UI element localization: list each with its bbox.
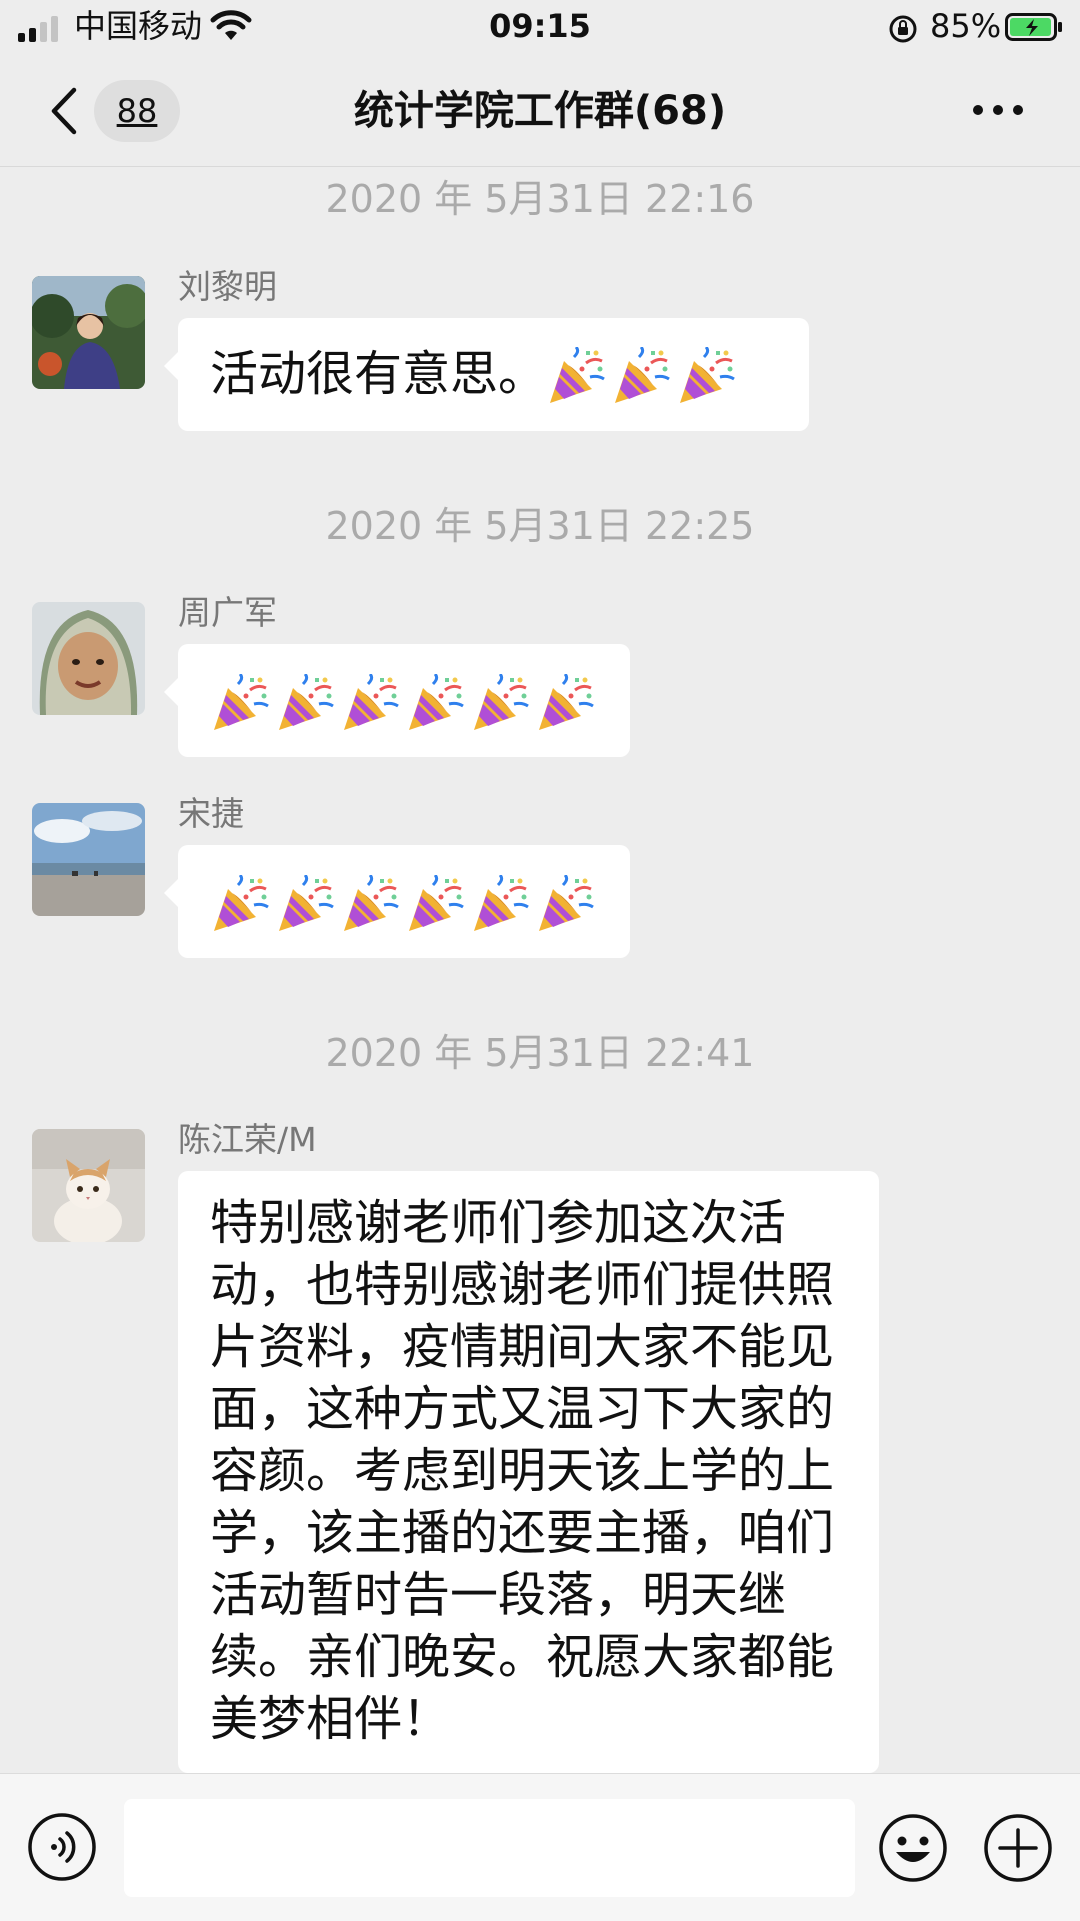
- sender-name: 宋捷: [178, 794, 244, 833]
- rotation-lock-icon: [889, 15, 917, 43]
- party-popper-icon: [210, 672, 270, 734]
- bubble-tail: [164, 352, 178, 380]
- party-popper-icon: [405, 873, 465, 935]
- battery-percentage: 85%: [930, 7, 1002, 45]
- message-text: 活动很有意思。: [210, 346, 547, 402]
- emoji-row: [546, 345, 741, 403]
- chat-title: 统计学院工作群(68): [353, 88, 727, 134]
- smiley-icon[interactable]: [877, 1812, 949, 1884]
- message-timestamp: 2020 年 5月31日 22:16: [325, 177, 755, 221]
- sender-name: 周广军: [178, 593, 277, 632]
- emoji-row: [210, 873, 600, 931]
- bubble-tail: [164, 678, 178, 706]
- status-bar: 中国移动 09:15 85%: [0, 0, 1080, 56]
- battery-icon: [1005, 13, 1062, 41]
- input-bar: [0, 1773, 1080, 1921]
- message-bubble[interactable]: [164, 644, 630, 757]
- more-dots-icon[interactable]: [970, 100, 1026, 120]
- message-bubble[interactable]: 特别感谢老师们参加这次活动，也特别感谢老师们提供照片资料，疫情期间大家不能见面，…: [178, 1171, 879, 1773]
- party-popper-icon: [611, 345, 671, 407]
- sender-name: 陈江荣/M: [178, 1120, 317, 1159]
- party-popper-icon: [470, 873, 530, 935]
- message-timestamp: 2020 年 5月31日 22:25: [325, 504, 755, 548]
- bubble-tail: [164, 879, 178, 907]
- message-timestamp: 2020 年 5月31日 22:41: [325, 1031, 755, 1075]
- avatar[interactable]: [32, 602, 145, 715]
- sender-name: 刘黎明: [178, 267, 277, 306]
- party-popper-icon: [676, 345, 736, 407]
- party-popper-icon: [275, 873, 335, 935]
- party-popper-icon: [275, 672, 335, 734]
- party-popper-icon: [546, 345, 606, 407]
- message-bubble[interactable]: [164, 845, 630, 958]
- party-popper-icon: [405, 672, 465, 734]
- party-popper-icon: [470, 672, 530, 734]
- chat-header: 88 统计学院工作群(68): [0, 56, 1080, 167]
- message-bubble[interactable]: 活动很有意思。: [164, 318, 809, 431]
- avatar[interactable]: [32, 1129, 145, 1242]
- emoji-row: [210, 672, 600, 730]
- voice-icon[interactable]: [27, 1812, 97, 1882]
- avatar[interactable]: [32, 276, 145, 389]
- party-popper-icon: [340, 873, 400, 935]
- plus-circle-icon[interactable]: [982, 1812, 1054, 1884]
- avatar[interactable]: [32, 803, 145, 916]
- message-input[interactable]: [124, 1799, 855, 1897]
- party-popper-icon: [535, 873, 595, 935]
- party-popper-icon: [535, 672, 595, 734]
- party-popper-icon: [340, 672, 400, 734]
- party-popper-icon: [210, 873, 270, 935]
- clock: 09:15: [489, 7, 591, 45]
- message-text: 特别感谢老师们参加这次活动，也特别感谢老师们提供照片资料，疫情期间大家不能见面，…: [210, 1195, 835, 1747]
